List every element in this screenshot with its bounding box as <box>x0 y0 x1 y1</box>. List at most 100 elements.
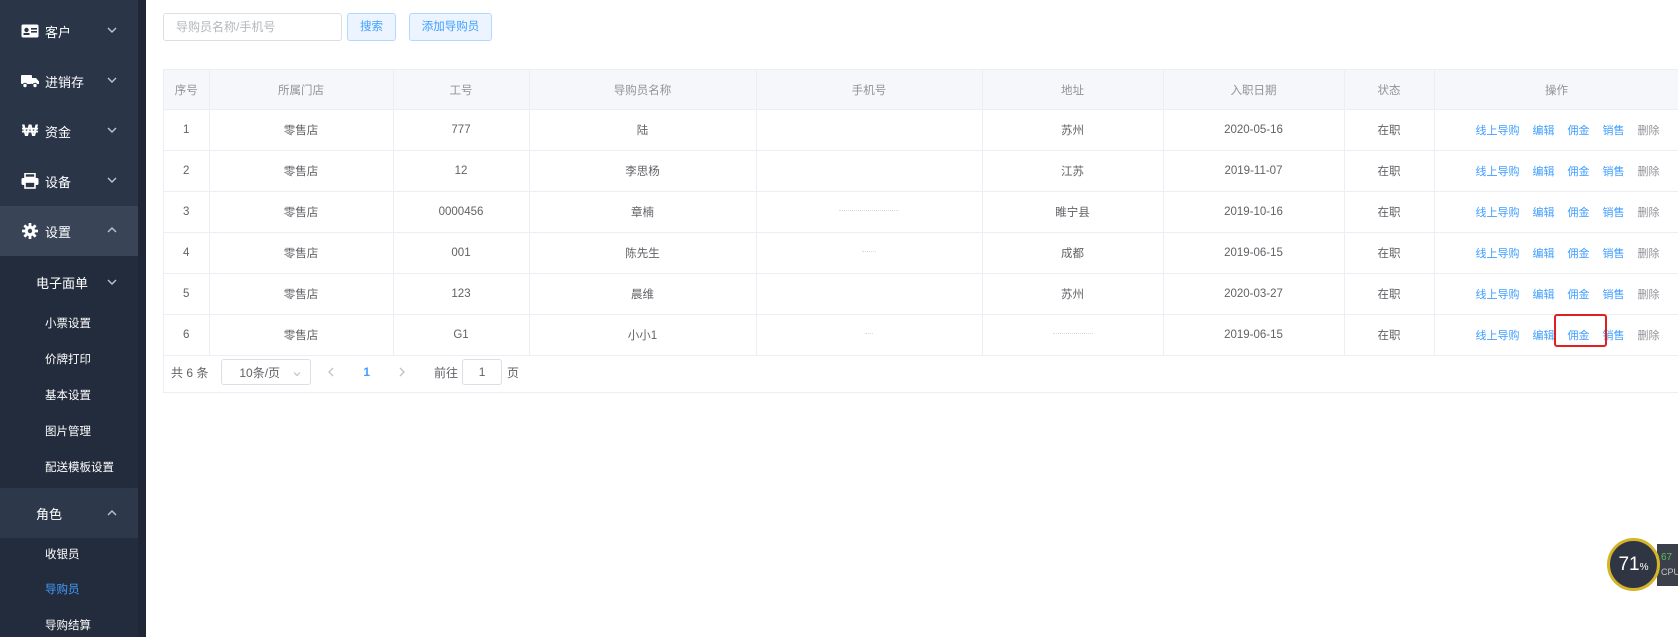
sidebar-menu-funds[interactable]: ₩ 资金 <box>0 106 138 156</box>
page-number[interactable]: 1 <box>363 365 370 379</box>
table-header-row: 序号 所属门店 工号 导购员名称 手机号 地址 入职日期 状态 操作 <box>164 70 1678 110</box>
cell-phone <box>756 150 983 192</box>
online-guide-link[interactable]: 线上导购 <box>1476 289 1520 301</box>
sidebar-item-price-tag-print[interactable]: 价牌打印 <box>45 350 91 370</box>
next-page-icon[interactable] <box>396 366 408 378</box>
cell-status: 在职 <box>1344 150 1435 192</box>
cpu-usage-gauge[interactable]: 71 % <box>1607 538 1660 591</box>
delete-link[interactable]: 删除 <box>1638 125 1660 137</box>
sidebar-item-shopping-guide[interactable]: 导购员 <box>45 580 80 600</box>
chevron-down-icon <box>106 174 118 186</box>
goto-label: 前往 <box>434 365 459 380</box>
chevron-down-icon <box>106 74 118 86</box>
sidebar-menu-customer[interactable]: 客户 <box>0 6 138 56</box>
cell-status: 在职 <box>1344 109 1435 151</box>
sidebar-menu-settings[interactable]: 设置 <box>0 206 138 256</box>
cell-status: 在职 <box>1344 273 1435 315</box>
table-row: 5 零售店 123 晨维 苏州 2020-03-27 在职 线上导购 编辑 佣金 销售… <box>164 273 1678 315</box>
edit-link[interactable]: 编辑 <box>1533 289 1555 301</box>
commission-link[interactable]: 佣金 <box>1568 166 1590 178</box>
sales-link[interactable]: 销售 <box>1603 289 1625 301</box>
sidebar-menu-devices[interactable]: 设备 <box>0 156 138 206</box>
goto-page-input[interactable] <box>462 359 503 385</box>
sidebar-item-guide-settlement[interactable]: 导购结算 <box>45 616 91 636</box>
printer-icon <box>21 172 39 190</box>
sidebar-divider <box>138 0 146 637</box>
cell-actions: 线上导购 编辑 佣金 销售 删除 <box>1434 150 1678 192</box>
sidebar-item-image-management[interactable]: 图片管理 <box>45 422 91 442</box>
sidebar-item-receipt-settings[interactable]: 小票设置 <box>45 314 91 334</box>
edit-link[interactable]: 编辑 <box>1533 330 1555 342</box>
gear-icon <box>21 222 39 240</box>
col-header-index: 序号 <box>164 70 210 110</box>
cell-index: 4 <box>164 232 210 274</box>
cpu-usage-value: 71 <box>1618 553 1640 575</box>
search-input[interactable] <box>163 13 342 41</box>
delete-link[interactable]: 删除 <box>1638 248 1660 260</box>
redacted-address <box>1052 333 1093 336</box>
commission-link[interactable]: 佣金 <box>1568 125 1590 137</box>
cell-store: 零售店 <box>209 191 394 233</box>
delete-link[interactable]: 删除 <box>1638 330 1660 342</box>
online-guide-link[interactable]: 线上导购 <box>1476 330 1520 342</box>
chevron-up-icon <box>106 224 118 236</box>
cell-employee-id: 0000456 <box>393 191 530 233</box>
prev-page-icon[interactable] <box>325 366 337 378</box>
cell-store: 零售店 <box>209 109 394 151</box>
cpu-side-panel: 67 CPU <box>1657 544 1678 586</box>
col-header-status: 状态 <box>1344 70 1435 110</box>
col-header-actions: 操作 <box>1434 70 1678 110</box>
commission-link[interactable]: 佣金 <box>1568 330 1590 342</box>
sales-link[interactable]: 销售 <box>1603 207 1625 219</box>
page-unit-label: 页 <box>507 365 520 380</box>
sales-link[interactable]: 销售 <box>1603 166 1625 178</box>
add-shopping-guide-button[interactable]: 添加导购员 <box>409 13 492 41</box>
online-guide-link[interactable]: 线上导购 <box>1476 207 1520 219</box>
edit-link[interactable]: 编辑 <box>1533 166 1555 178</box>
cell-store: 零售店 <box>209 232 394 274</box>
sidebar-group-role[interactable]: 角色 <box>0 489 138 537</box>
page-size-select[interactable]: 10条/页 <box>221 359 312 385</box>
online-guide-link[interactable]: 线上导购 <box>1476 166 1520 178</box>
cell-hire-date: 2020-05-16 <box>1163 109 1345 151</box>
cell-hire-date: 2019-06-15 <box>1163 314 1345 356</box>
sidebar-menu-inventory[interactable]: 进销存 <box>0 56 138 106</box>
delete-link[interactable]: 删除 <box>1638 289 1660 301</box>
online-guide-link[interactable]: 线上导购 <box>1476 248 1520 260</box>
delete-link[interactable]: 删除 <box>1638 207 1660 219</box>
cell-actions: 线上导购 编辑 佣金 销售 删除 <box>1434 191 1678 233</box>
cell-actions: 线上导购 编辑 佣金 销售 删除 <box>1434 232 1678 274</box>
delete-link[interactable]: 删除 <box>1638 166 1660 178</box>
cpu-usage-unit: % <box>1639 562 1649 573</box>
col-header-name: 导购员名称 <box>529 70 757 110</box>
sales-link[interactable]: 销售 <box>1603 330 1625 342</box>
edit-link[interactable]: 编辑 <box>1533 207 1555 219</box>
sidebar-item-delivery-template[interactable]: 配送模板设置 <box>45 458 114 478</box>
table-row: 3 零售店 0000456 章楠 睢宁县 2019-10-16 在职 线上导购 编… <box>164 191 1678 233</box>
sales-link[interactable]: 销售 <box>1603 125 1625 137</box>
chevron-down-icon <box>106 276 118 288</box>
commission-link[interactable]: 佣金 <box>1568 207 1590 219</box>
search-button[interactable]: 搜索 <box>347 13 396 41</box>
sidebar-menu-label: 资金 <box>45 124 72 140</box>
cpu-side-value: 67 <box>1661 552 1673 563</box>
sidebar-group-electronic-form[interactable]: 电子面单 <box>0 258 138 306</box>
col-header-store: 所属门店 <box>209 70 394 110</box>
cell-hire-date: 2019-06-15 <box>1163 232 1345 274</box>
edit-link[interactable]: 编辑 <box>1533 248 1555 260</box>
commission-link[interactable]: 佣金 <box>1568 289 1590 301</box>
cell-employee-id: G1 <box>393 314 530 356</box>
online-guide-link[interactable]: 线上导购 <box>1476 125 1520 137</box>
edit-link[interactable]: 编辑 <box>1533 125 1555 137</box>
chevron-up-icon <box>106 507 118 519</box>
cell-address: 江苏 <box>982 150 1164 192</box>
sales-link[interactable]: 销售 <box>1603 248 1625 260</box>
commission-link[interactable]: 佣金 <box>1568 248 1590 260</box>
sidebar-item-basic-settings[interactable]: 基本设置 <box>45 386 91 406</box>
cell-employee-id: 12 <box>393 150 530 192</box>
cell-employee-id: 777 <box>393 109 530 151</box>
redacted-phone <box>865 333 873 336</box>
cell-address: 睢宁县 <box>982 191 1164 233</box>
cell-name: 章楠 <box>529 191 757 233</box>
sidebar-item-cashier[interactable]: 收银员 <box>45 545 80 565</box>
